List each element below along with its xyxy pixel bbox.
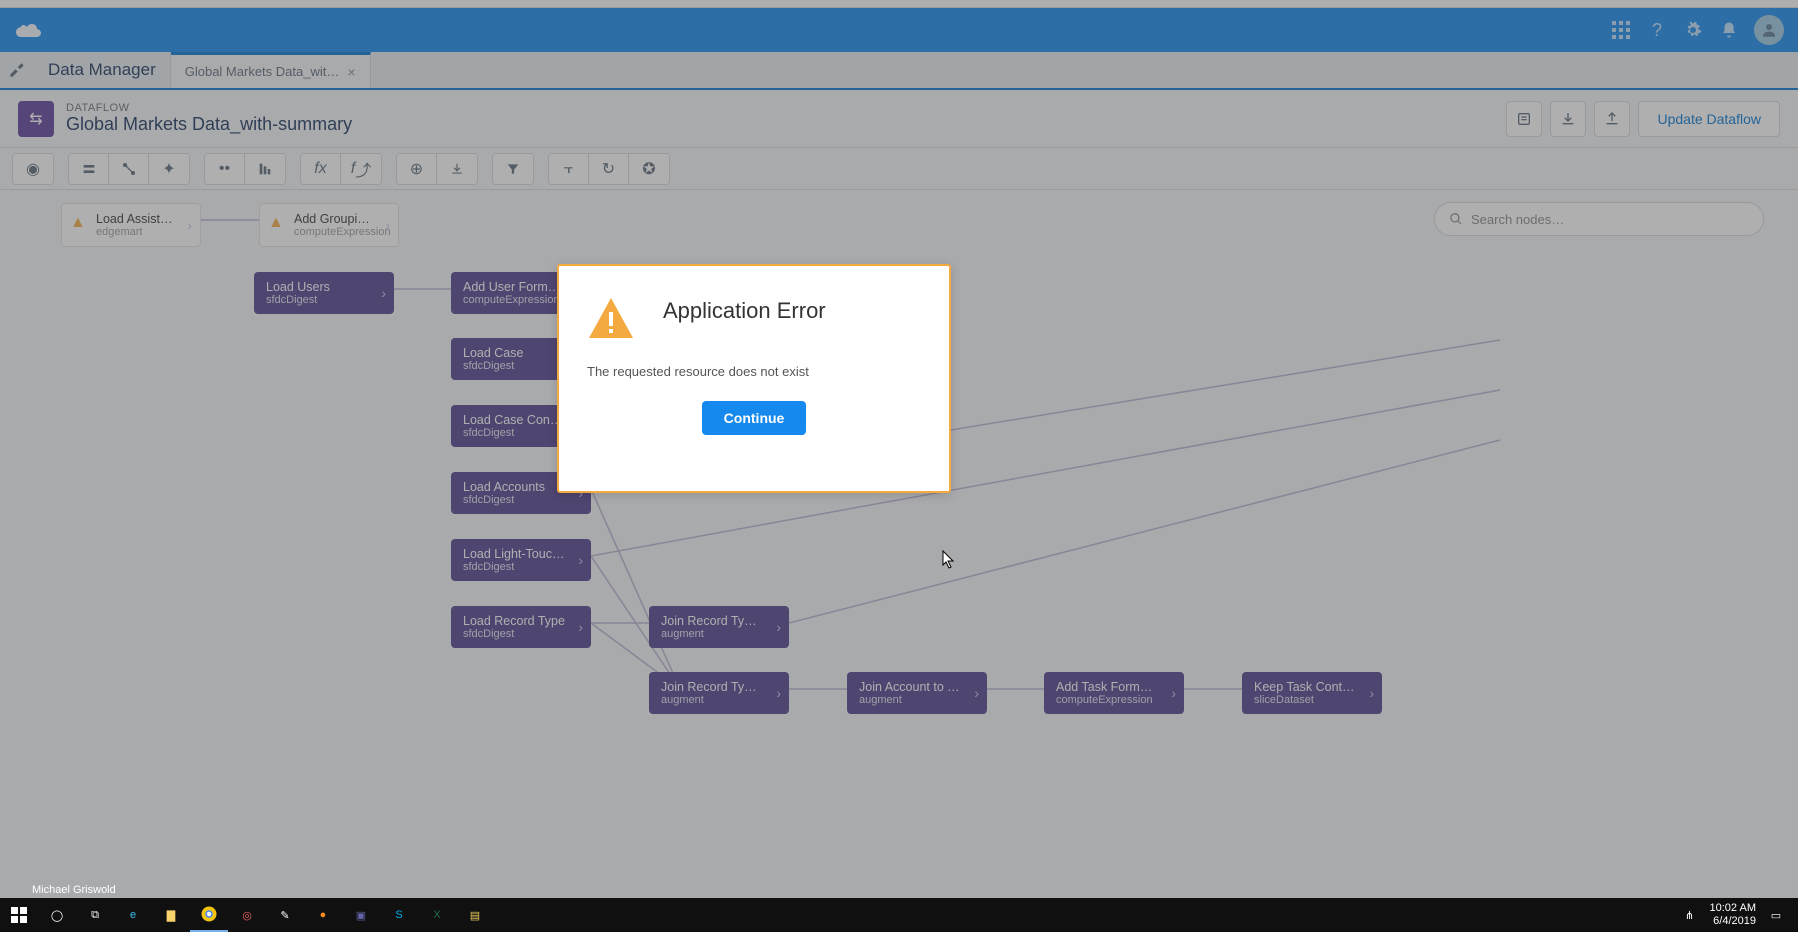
action-center-icon[interactable]: ▭ [1764, 898, 1788, 932]
warning-icon [587, 294, 635, 342]
task-view-button[interactable]: ⧉ [76, 898, 114, 932]
continue-button[interactable]: Continue [702, 401, 807, 435]
application-error-modal: Application Error The requested resource… [557, 264, 951, 493]
app-icon-2[interactable]: ◎ [228, 898, 266, 932]
chrome-icon[interactable] [190, 898, 228, 932]
tray-icon[interactable]: ⋔ [1678, 898, 1702, 932]
excel-icon[interactable]: X [418, 898, 456, 932]
edge-icon[interactable]: e [114, 898, 152, 932]
cortana-button[interactable]: ◯ [38, 898, 76, 932]
app-icon-notes[interactable]: ▤ [456, 898, 494, 932]
tray-clock[interactable]: 10:02 AM 6/4/2019 [1710, 902, 1756, 927]
skype-icon[interactable]: S [380, 898, 418, 932]
file-explorer-icon[interactable]: ▇ [152, 898, 190, 932]
start-button[interactable] [0, 898, 38, 932]
firefox-icon[interactable]: ● [304, 898, 342, 932]
modal-message: The requested resource does not exist [559, 342, 949, 387]
modal-title: Application Error [663, 298, 921, 324]
presenter-name: Michael Griswold [28, 882, 120, 898]
app-icon-3[interactable]: ✎ [266, 898, 304, 932]
windows-taskbar: ◯ ⧉ e ▇ ◎ ✎ ● ▣ S X ▤ ⋔ 10:02 AM 6/4/201… [0, 898, 1798, 932]
teams-icon[interactable]: ▣ [342, 898, 380, 932]
